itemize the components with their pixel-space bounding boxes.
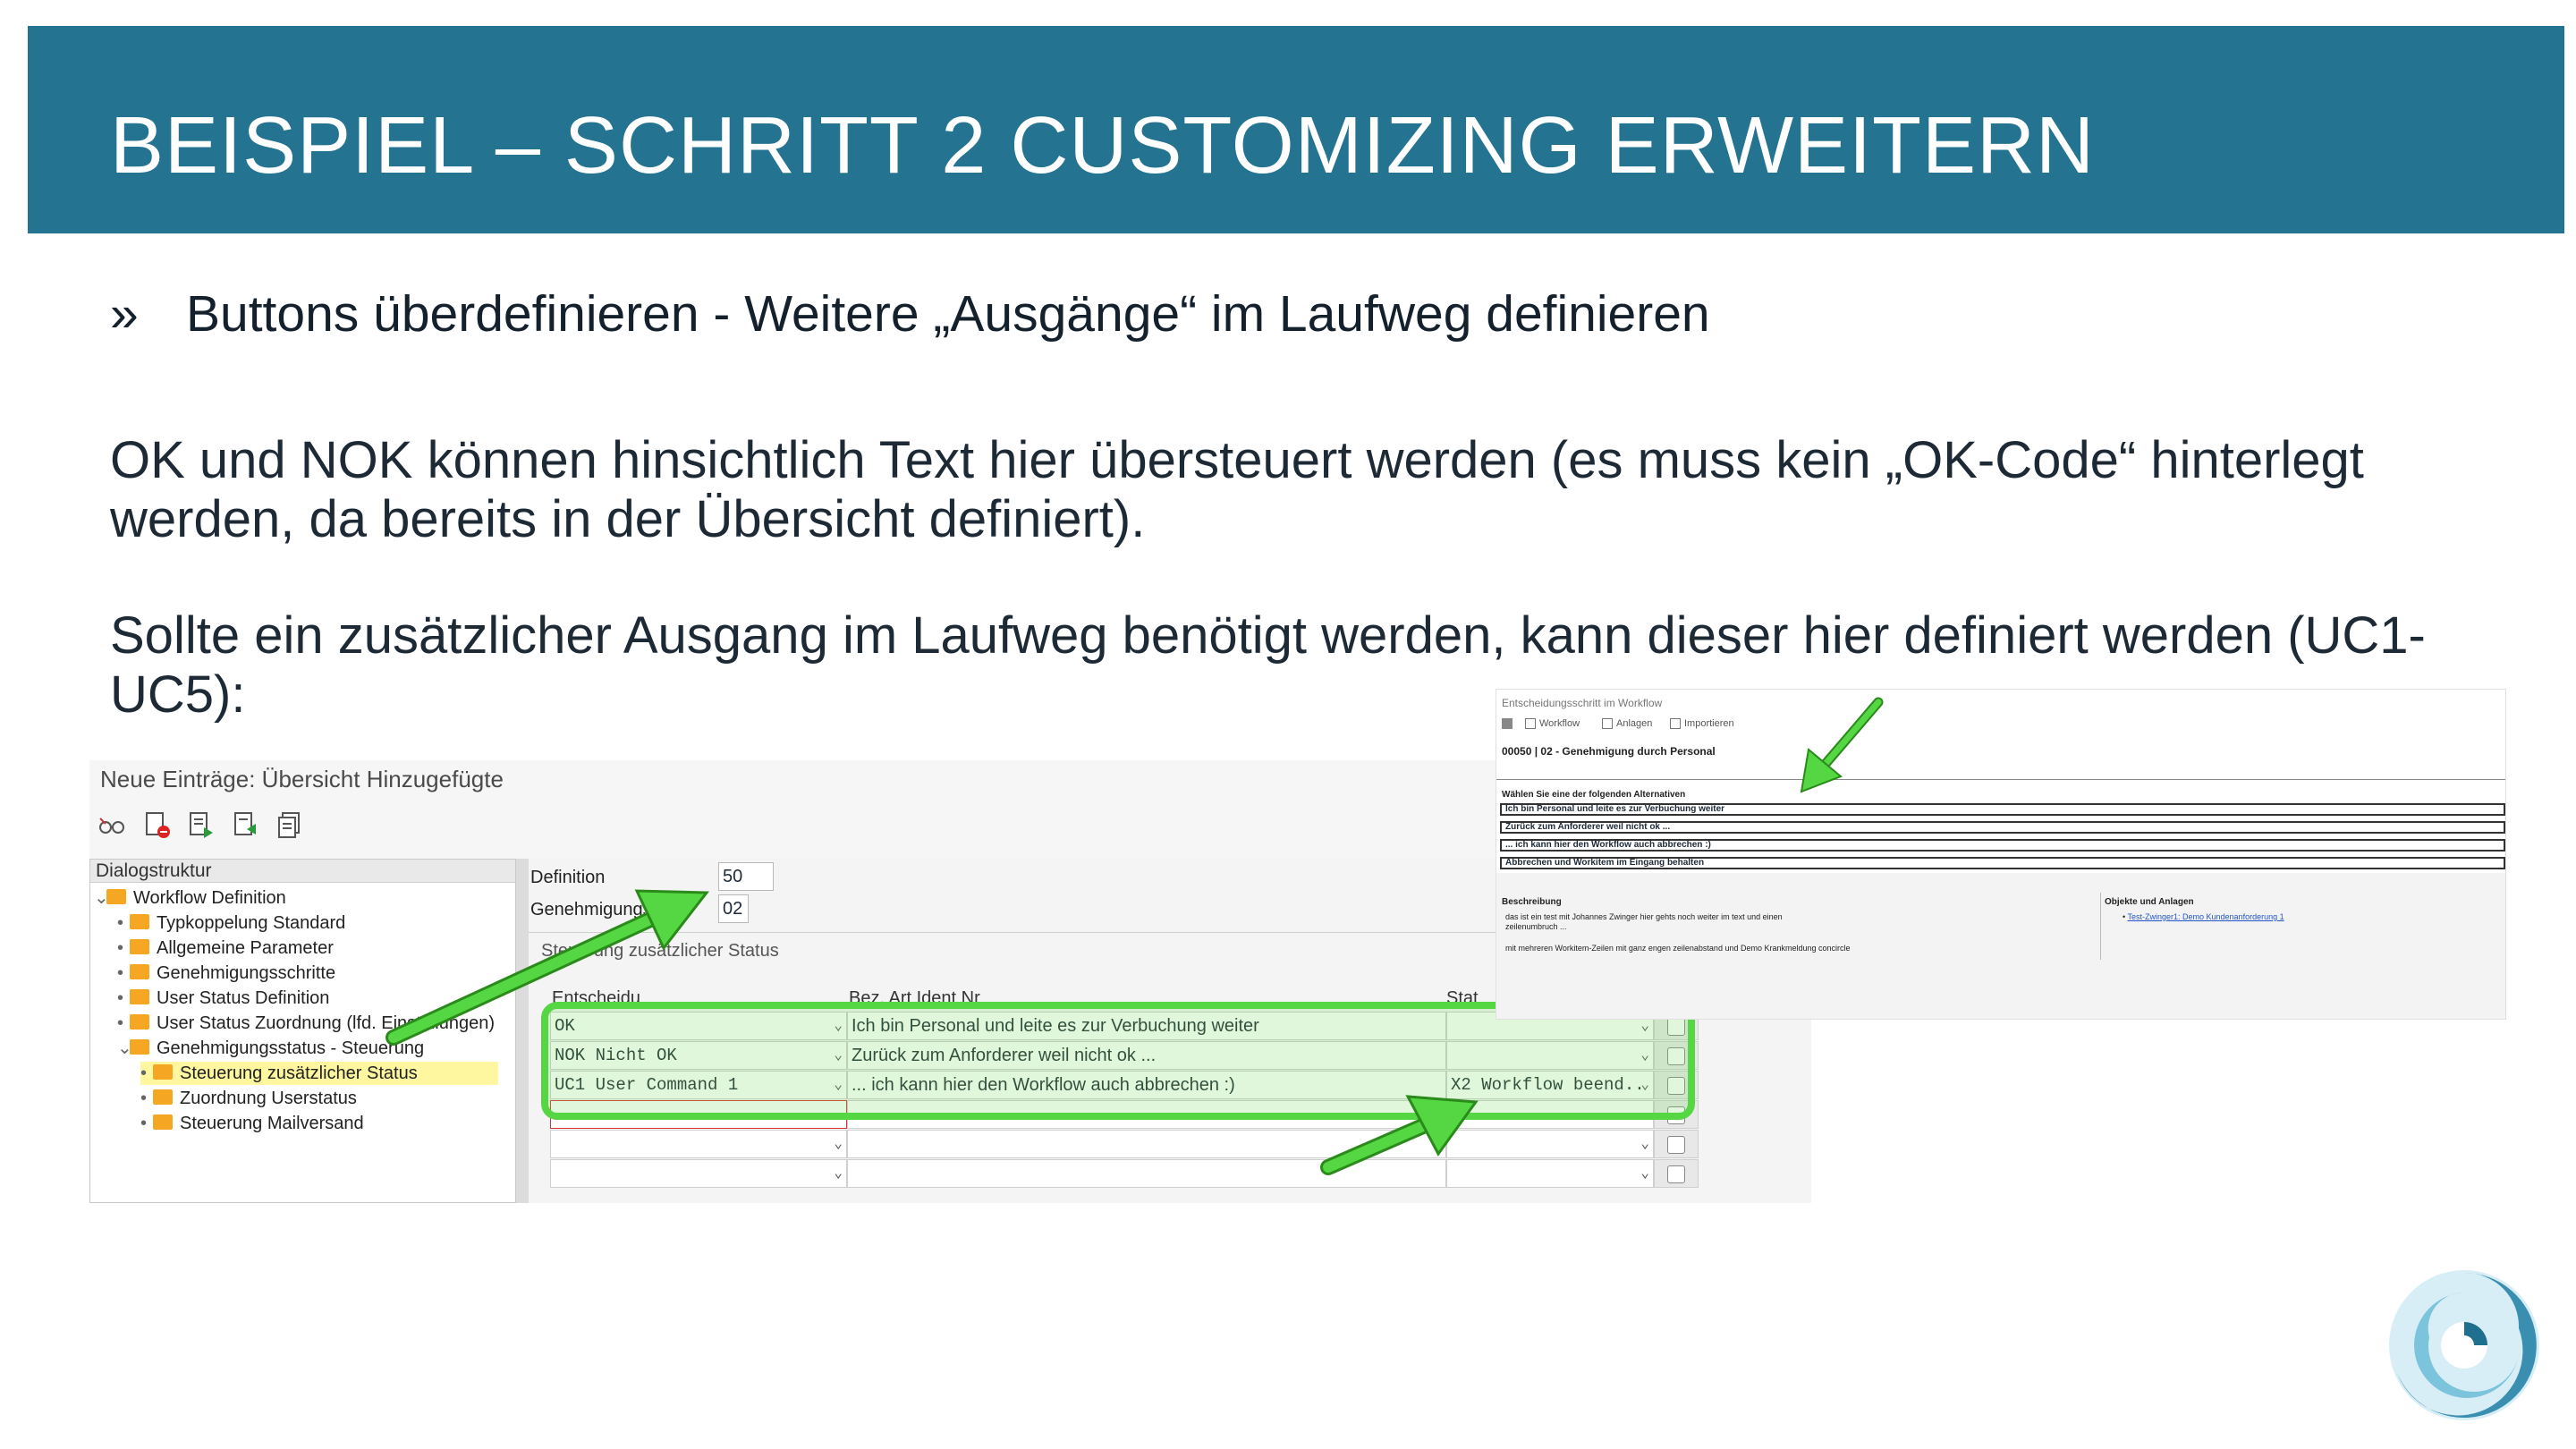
- tree-item-label: Steuerung zusätzlicher Status: [180, 1063, 418, 1083]
- tree-icon[interactable]: [1502, 718, 1513, 729]
- object-link[interactable]: Test-Zwinger1: Demo Kundenanforderung 1: [2128, 912, 2284, 921]
- tree-item-label: Allgemeine Parameter: [157, 938, 334, 958]
- definition-label: Definition: [530, 868, 606, 887]
- chevron-down-icon[interactable]: ⌄: [834, 1131, 843, 1157]
- row-checkbox[interactable]: [1667, 1136, 1685, 1154]
- tree-item-zuordnung-userstatus[interactable]: • Zuordnung Userstatus: [140, 1087, 357, 1110]
- option-button-2[interactable]: Zurück zum Anforderer weil nicht ok ...: [1500, 821, 2505, 834]
- paragraph-ok-nok: OK und NOK können hinsichtlich Text hier…: [110, 431, 2364, 548]
- workflow-step-title: 00050 | 02 - Genehmigung durch Personal: [1502, 745, 1716, 758]
- bullet-text: Buttons überdefinieren - Weitere „Ausgän…: [186, 285, 1710, 343]
- company-logo: [2385, 1266, 2544, 1425]
- genehmigung-field[interactable]: 02: [718, 894, 749, 923]
- tree-item-label: Genehmigungsschritte: [157, 963, 336, 983]
- folder-icon: [130, 1014, 149, 1030]
- workflow-title: Entscheidungsschritt im Workflow: [1502, 697, 1663, 709]
- status-cell[interactable]: ⌄: [1446, 1159, 1654, 1188]
- glasses-icon[interactable]: [97, 809, 127, 840]
- folder-icon: [130, 1039, 149, 1055]
- text-cell[interactable]: [847, 1130, 1446, 1158]
- folder-icon: [153, 1089, 173, 1106]
- tree-item-genehmigungsschritte[interactable]: • Genehmigungsschritte: [117, 962, 335, 985]
- option-button-1[interactable]: Ich bin Personal und leite es zur Verbuc…: [1500, 803, 2505, 816]
- workflow-screenshot: Entscheidungsschritt im Workflow Workflo…: [1496, 689, 2506, 1020]
- option-button-4[interactable]: Abbrechen und Workitem im Eingang behalt…: [1500, 857, 2505, 869]
- importieren-button[interactable]: Importieren: [1670, 718, 1734, 730]
- tree-item-label: Steuerung Mailversand: [180, 1114, 364, 1133]
- table-row[interactable]: ⌄ ⌄: [541, 1130, 1811, 1158]
- tree-item-genehmigungsstatus[interactable]: ⌄ Genehmigungsstatus - Steuerung: [117, 1037, 424, 1060]
- attachment-icon: [1602, 718, 1613, 730]
- description-line: mit mehreren Workitem-Zeilen mit ganz en…: [1505, 944, 1851, 953]
- tree-item-user-status-zuordnung[interactable]: • User Status Zuordnung (lfd. Einstellung…: [117, 1012, 495, 1035]
- table-row[interactable]: ⌄ ⌄: [541, 1159, 1811, 1188]
- tree-item-label: Genehmigungsstatus - Steuerung: [157, 1038, 425, 1058]
- chevron-down-icon[interactable]: ⌄: [117, 1037, 132, 1060]
- bullet-symbol: »: [110, 285, 139, 343]
- chevron-down-icon[interactable]: ⌄: [1640, 1131, 1649, 1157]
- import-icon[interactable]: [231, 809, 261, 840]
- pane-splitter[interactable]: [516, 859, 529, 1203]
- row-checkbox[interactable]: [1667, 1165, 1685, 1183]
- divider: [1496, 779, 2505, 780]
- folder-icon: [153, 1114, 173, 1131]
- alternatives-prompt: Wählen Sie eine der folgenden Alternativ…: [1502, 790, 1686, 800]
- tree-item-label: Workflow Definition: [133, 888, 286, 908]
- folder-icon: [130, 939, 149, 955]
- text-cell[interactable]: [847, 1159, 1446, 1188]
- description-line: das ist ein test mit Johannes Zwinger hi…: [1505, 912, 1783, 921]
- tree-item-workflow-definition[interactable]: ⌄ Workflow Definition: [94, 886, 286, 910]
- tree-item-steuerung-zusaetzlicher-status[interactable]: • Steuerung zusätzlicher Status: [140, 1062, 498, 1085]
- tree-item-allgemeine-parameter[interactable]: • Allgemeine Parameter: [117, 936, 334, 960]
- folder-icon: [130, 964, 149, 980]
- slide-title: BEISPIEL – SCHRITT 2 CUSTOMIZING ERWEITE…: [110, 101, 2096, 191]
- delete-icon[interactable]: [141, 809, 172, 840]
- tree-item-label: Typkoppelung Standard: [157, 913, 346, 933]
- object-list-item: • Test-Zwinger1: Demo Kundenanforderung …: [2123, 912, 2284, 921]
- chevron-down-icon[interactable]: ⌄: [94, 886, 109, 910]
- checkbox-cell: [1654, 1159, 1699, 1188]
- import-icon: [1670, 718, 1681, 730]
- status-cell[interactable]: ⌄: [1446, 1130, 1654, 1158]
- tree-header: Dialogstruktur: [90, 860, 515, 883]
- objects-label: Objekte und Anlagen: [2105, 897, 2194, 907]
- tree-item-typkoppelung[interactable]: • Typkoppelung Standard: [117, 911, 345, 935]
- chevron-down-icon[interactable]: ⌄: [834, 1160, 843, 1187]
- checkbox-cell: [1654, 1130, 1699, 1158]
- export-icon[interactable]: [186, 809, 216, 840]
- workflow-icon: [1525, 718, 1536, 730]
- decision-cell[interactable]: ⌄: [550, 1159, 847, 1188]
- option-button-3[interactable]: ... ich kann hier den Workflow auch abbr…: [1500, 839, 2505, 852]
- anlagen-button[interactable]: Anlagen: [1602, 718, 1652, 730]
- definition-field[interactable]: 50: [718, 862, 774, 891]
- tree-item-label: User Status Zuordnung (lfd. Einstellunge…: [157, 1013, 495, 1033]
- folder-icon: [106, 889, 126, 905]
- divider: [2100, 893, 2101, 960]
- description-line: zeilenumbruch ...: [1505, 922, 1567, 931]
- genehmigung-label: Genehmigungss: [530, 900, 647, 919]
- tree-item-label: Zuordnung Userstatus: [180, 1089, 357, 1108]
- sap-window-title: Neue Einträge: Übersicht Hinzugefügte: [100, 766, 504, 792]
- tree-item-user-status-definition[interactable]: • User Status Definition: [117, 987, 329, 1010]
- workflow-details: Beschreibung das ist ein test mit Johann…: [1496, 873, 2505, 1019]
- folder-icon: [130, 989, 149, 1005]
- folder-icon: [130, 914, 149, 930]
- tree-item-steuerung-mailversand[interactable]: • Steuerung Mailversand: [140, 1112, 364, 1135]
- tree-item-label: User Status Definition: [157, 988, 330, 1008]
- workflow-button[interactable]: Workflow: [1525, 718, 1580, 730]
- bullet-point: » Buttons überdefinieren - Weitere „Ausgä…: [110, 284, 1710, 343]
- copy-icon[interactable]: [275, 809, 306, 840]
- folder-icon: [153, 1064, 173, 1080]
- decision-cell[interactable]: ⌄: [550, 1130, 847, 1158]
- dialog-structure-tree: Dialogstruktur ⌄ Workflow Definition • Typ…: [89, 859, 516, 1203]
- description-label: Beschreibung: [1502, 897, 1562, 907]
- chevron-down-icon[interactable]: ⌄: [1640, 1160, 1649, 1187]
- group-label: Steuerung zusätzlicher Status: [541, 941, 779, 961]
